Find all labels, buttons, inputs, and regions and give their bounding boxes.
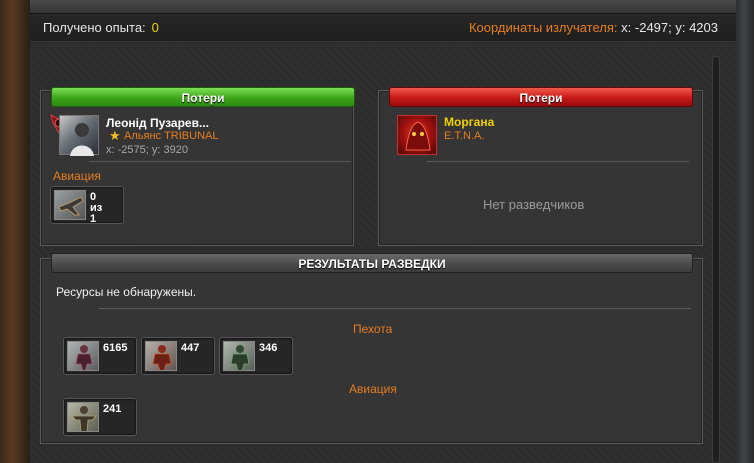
infantry-unit-card[interactable]: 346	[219, 337, 293, 375]
aviation-title: Авиация	[349, 382, 397, 396]
infantry-unit-icon	[223, 341, 255, 371]
infantry-unit-count: 6165	[103, 342, 128, 354]
defender-name[interactable]: Моргана	[444, 115, 494, 129]
aviation-unit-card[interactable]: 241	[63, 398, 137, 436]
infantry-title: Пехота	[353, 322, 393, 336]
experience-label: Получено опыта:	[43, 20, 146, 35]
alliance-star-icon: ★	[109, 128, 121, 143]
attacker-unit-count: 0 из 1	[90, 192, 102, 225]
infantry-unit-icon	[67, 341, 99, 371]
defender-divider	[427, 161, 689, 162]
emitter-coords: x: -2497; y: 4203	[621, 20, 718, 35]
aviation-unit-count: 241	[103, 403, 122, 415]
resources-status-text: Ресурсы не обнаружены.	[56, 285, 197, 299]
emitter-label: Координаты излучателя:	[468, 20, 618, 35]
attacker-losses-panel: Потери Леонід Пузарев... ★ Альянс TRIBUN…	[40, 87, 355, 246]
defender-losses-header: Потери	[389, 87, 693, 107]
info-bar: Получено опыта: 0 Координаты излучателя: …	[30, 14, 736, 42]
background-right	[734, 0, 754, 463]
infantry-unit-card[interactable]: 6165	[63, 337, 137, 375]
infantry-unit-count: 346	[259, 342, 278, 354]
unit-count-total: 1	[90, 213, 97, 225]
attacker-coords: x: -2575; y: 3920	[106, 144, 188, 156]
attacker-name[interactable]: Леонід Пузарев...	[106, 116, 209, 130]
emitter-info: Координаты излучателя: x: -2497; y: 4203	[469, 14, 718, 42]
defender-losses-panel: Потери Моргана E.T.N.A. Нет разведчиков	[378, 87, 703, 246]
attacker-avatar[interactable]	[59, 115, 99, 156]
attacker-unit-card[interactable]: 0 из 1	[50, 186, 124, 225]
scout-results-header: РЕЗУЛЬТАТЫ РАЗВЕДКИ	[51, 253, 693, 273]
aircraft-unit-icon	[54, 190, 86, 220]
attacker-aviation-title: Авиация	[53, 169, 101, 183]
defender-alliance[interactable]: E.T.N.A.	[444, 130, 484, 142]
defender-avatar[interactable]	[397, 115, 437, 155]
attacker-alliance[interactable]: Альянс TRIBUNAL	[124, 130, 218, 142]
infantry-unit-icon	[145, 341, 177, 371]
scrollbar[interactable]	[712, 56, 720, 463]
experience-info: Получено опыта: 0	[43, 14, 159, 42]
window-top-bar	[30, 0, 736, 14]
experience-value: 0	[151, 20, 159, 35]
scout-results-panel: РЕЗУЛЬТАТЫ РАЗВЕДКИ Ресурсы не обнаружен…	[40, 253, 703, 444]
aircraft-unit-icon	[67, 402, 99, 432]
scout-report-window: Получено опыта: 0 Координаты излучателя: …	[30, 0, 736, 463]
background-left	[0, 0, 30, 463]
attacker-losses-header: Потери	[51, 87, 355, 107]
results-divider	[99, 308, 691, 309]
infantry-unit-card[interactable]: 447	[141, 337, 215, 375]
infantry-unit-count: 447	[181, 342, 200, 354]
attacker-divider	[89, 161, 351, 162]
no-scouts-text: Нет разведчиков	[483, 197, 585, 212]
